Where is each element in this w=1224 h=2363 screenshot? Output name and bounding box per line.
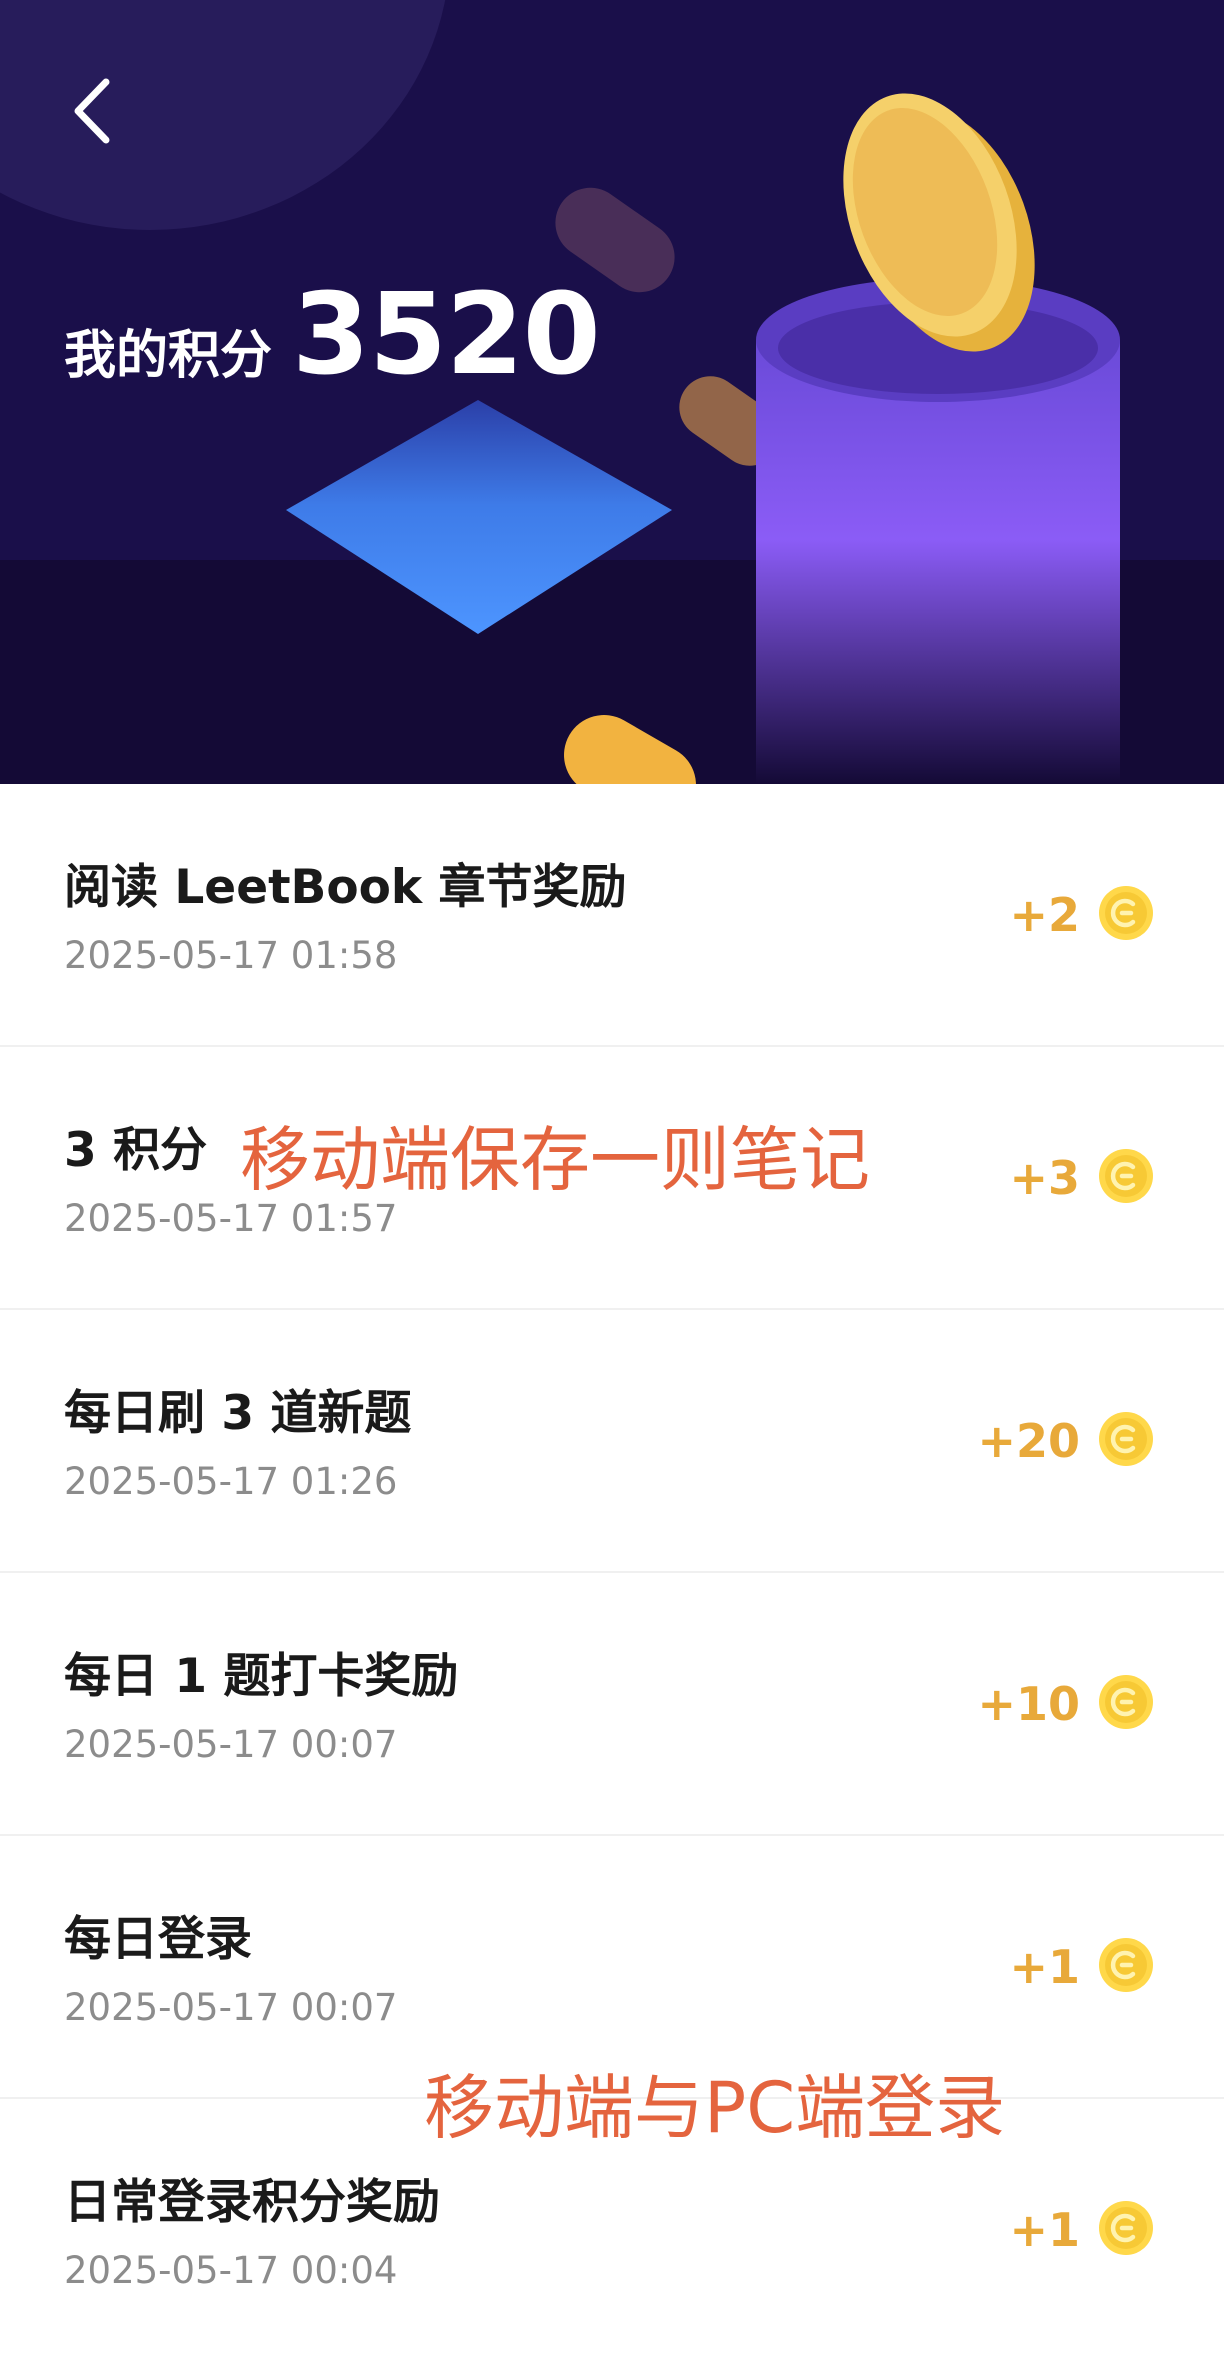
header-banner: 我的积分 3520 [0, 0, 1224, 784]
annotation-note-save: 移动端保存一则笔记 [240, 1119, 870, 1201]
coin-icon [1099, 1412, 1153, 1466]
coin-icon [1099, 886, 1153, 940]
record-title: 每日登录 [64, 1912, 252, 1967]
coin-icon [1099, 1675, 1153, 1729]
record-time: 2025-05-17 00:04 [64, 2249, 398, 2292]
record-points: +10 [977, 1677, 1080, 1731]
record-points: +1 [1009, 1940, 1080, 1994]
list-item: 阅读 LeetBook 章节奖励 2025-05-17 01:58 +2 [0, 784, 1224, 1047]
annotation-login: 移动端与PC端登录 [424, 2067, 1006, 2149]
record-points: +3 [1009, 1151, 1080, 1205]
record-title: 日常登录积分奖励 [64, 2175, 440, 2230]
coin-icon [1099, 1938, 1153, 1992]
record-time: 2025-05-17 00:07 [64, 1986, 398, 2029]
record-title: 每日刷 3 道新题 [64, 1386, 412, 1441]
list-item: 每日 1 题打卡奖励 2025-05-17 00:07 +10 [0, 1573, 1224, 1836]
back-button[interactable] [62, 76, 122, 146]
points-total: 3520 [292, 270, 601, 400]
page-title: 我的积分 [64, 326, 273, 386]
record-title: 阅读 LeetBook 章节奖励 [64, 860, 627, 915]
record-time: 2025-05-17 01:26 [64, 1460, 398, 1503]
record-time: 2025-05-17 01:58 [64, 934, 398, 977]
coin-icon [1099, 1149, 1153, 1203]
record-title: 每日 1 题打卡奖励 [64, 1649, 459, 1704]
chevron-left-icon [74, 78, 110, 144]
record-points: +20 [977, 1414, 1080, 1468]
list-item: 每日刷 3 道新题 2025-05-17 01:26 +20 [0, 1310, 1224, 1573]
coin-icon [1099, 2201, 1153, 2255]
record-points: +1 [1009, 2203, 1080, 2257]
record-title: 3 积分 [64, 1123, 208, 1178]
record-points: +2 [1009, 888, 1080, 942]
points-summary: 我的积分 3520 [64, 270, 601, 400]
record-time: 2025-05-17 00:07 [64, 1723, 398, 1766]
